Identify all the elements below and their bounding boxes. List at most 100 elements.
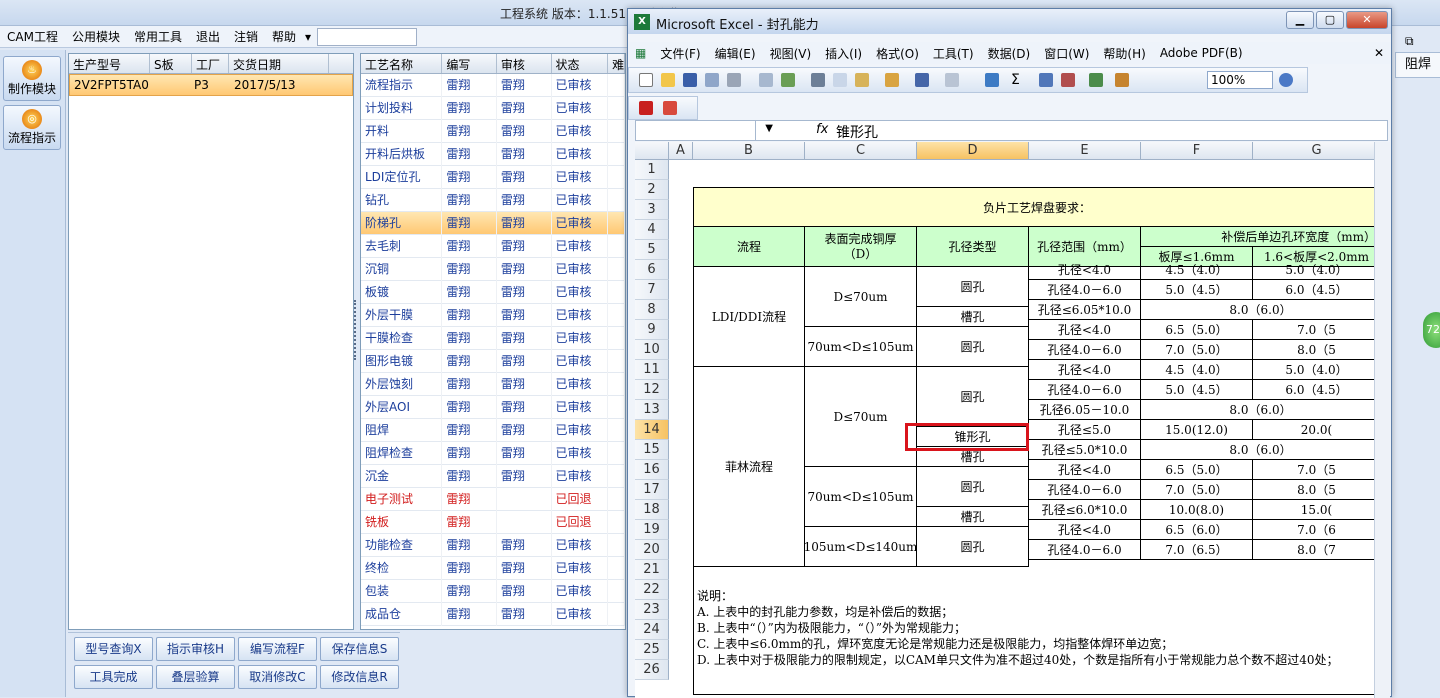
write-flow-button[interactable]: 编写流程F xyxy=(238,637,317,661)
data-cell[interactable]: 孔径4.0－6.0 xyxy=(1029,280,1141,300)
table-row[interactable]: 成品仓 雷翔 雷翔 已审核 xyxy=(361,602,625,626)
hyperlink-icon[interactable] xyxy=(985,73,999,87)
row-header[interactable]: 12 xyxy=(635,380,669,400)
row-header[interactable]: 4 xyxy=(635,220,669,240)
row-header[interactable]: 2 xyxy=(635,180,669,200)
type-cell[interactable]: 圆孔 xyxy=(917,327,1029,367)
data-cell[interactable]: 6.0（4.5） xyxy=(1253,380,1381,400)
row-header[interactable]: 13 xyxy=(635,400,669,420)
format-painter-icon[interactable] xyxy=(885,73,899,87)
data-cell[interactable]: 4.5（4.0） xyxy=(1141,260,1253,280)
table-row[interactable]: LDI定位孔 雷翔 雷翔 已审核 xyxy=(361,165,625,189)
row-header[interactable]: 1 xyxy=(635,160,669,180)
header-reviewer[interactable]: 审核 xyxy=(497,54,552,73)
table-row[interactable]: 计划投料 雷翔 雷翔 已审核 xyxy=(361,96,625,120)
type-cell[interactable]: 圆孔 xyxy=(917,267,1029,307)
redo-icon[interactable] xyxy=(945,73,959,87)
data-cell[interactable]: 5.0（4.0） xyxy=(1253,360,1381,380)
data-cell[interactable]: 6.5（6.0） xyxy=(1141,520,1253,540)
query-model-button[interactable]: 型号查询X xyxy=(74,637,153,661)
row-header[interactable]: 14 xyxy=(635,420,669,440)
minimize-button[interactable]: ▁ xyxy=(1286,11,1314,29)
row-header[interactable]: 7 xyxy=(635,280,669,300)
excel-menu-data[interactable]: 数据(D) xyxy=(981,45,1038,62)
data-cell[interactable]: 8.0（6.0） xyxy=(1141,440,1381,460)
paste-icon[interactable] xyxy=(855,73,869,87)
zoom-select[interactable]: 100% xyxy=(1207,71,1273,89)
stackup-check-button[interactable]: 叠层验算 xyxy=(156,665,235,689)
table-row[interactable]: 外层AOI 雷翔 雷翔 已审核 xyxy=(361,395,625,419)
excel-menu-window[interactable]: 窗口(W) xyxy=(1037,45,1096,62)
row-header[interactable]: 16 xyxy=(635,460,669,480)
header-difficulty[interactable]: 难 xyxy=(608,54,625,73)
data-cell[interactable]: 15.0(12.0) xyxy=(1141,420,1253,440)
table-row[interactable]: 开料后烘板 雷翔 雷翔 已审核 xyxy=(361,142,625,166)
column-header-d[interactable]: D xyxy=(917,142,1029,160)
table-row[interactable]: 阻焊检查 雷翔 雷翔 已审核 xyxy=(361,441,625,465)
excel-menu-help[interactable]: 帮助(H) xyxy=(1096,45,1152,62)
data-cell[interactable]: 8.0（6.0） xyxy=(1141,300,1381,320)
group-feilin[interactable]: 菲林流程 xyxy=(693,367,805,567)
data-cell[interactable]: 孔径≤5.0*10.0 xyxy=(1029,440,1141,460)
data-cell[interactable]: 7.0（5.0） xyxy=(1141,480,1253,500)
data-cell[interactable]: 8.0（7 xyxy=(1253,540,1381,560)
cancel-edit-button[interactable]: 取消修改C xyxy=(238,665,317,689)
row-header[interactable]: 5 xyxy=(635,240,669,260)
data-cell[interactable]: 5.0（4.5） xyxy=(1141,280,1253,300)
table-row[interactable]: 板镀 雷翔 雷翔 已审核 xyxy=(361,280,625,304)
data-cell[interactable]: 7.0（5 xyxy=(1253,460,1381,480)
table-row[interactable]: 去毛刺 雷翔 雷翔 已审核 xyxy=(361,234,625,258)
group-ldi[interactable]: LDI/DDI流程 xyxy=(693,267,805,367)
review-guide-button[interactable]: 指示审核H xyxy=(156,637,235,661)
data-cell[interactable]: 6.5（5.0） xyxy=(1141,320,1253,340)
table-row[interactable]: 外层蚀刻 雷翔 雷翔 已审核 xyxy=(361,372,625,396)
column-header-g[interactable]: G xyxy=(1253,142,1381,160)
column-header-a[interactable]: A xyxy=(669,142,693,160)
undo-icon[interactable] xyxy=(915,73,929,87)
make-module-button[interactable]: ♨ 制作模块 xyxy=(3,56,61,101)
save-info-button[interactable]: 保存信息S xyxy=(320,637,399,661)
row-header[interactable]: 3 xyxy=(635,200,669,220)
tool-complete-button[interactable]: 工具完成 xyxy=(74,665,153,689)
drawing-icon[interactable] xyxy=(1115,73,1129,87)
table-row[interactable]: 铣板 雷翔 已回退 xyxy=(361,510,625,534)
modify-info-button[interactable]: 修改信息R xyxy=(320,665,399,689)
table-row[interactable]: 电子测试 雷翔 已回退 xyxy=(361,487,625,511)
splitter-handle[interactable] xyxy=(354,300,359,360)
data-cell[interactable]: 8.0（6.0） xyxy=(1141,400,1381,420)
menu-exit[interactable]: 退出 xyxy=(189,28,227,45)
data-cell[interactable]: 10.0(8.0) xyxy=(1141,500,1253,520)
table-row[interactable]: 功能检查 雷翔 雷翔 已审核 xyxy=(361,533,625,557)
data-cell[interactable]: 孔径4.0－6.0 xyxy=(1029,380,1141,400)
header-factory[interactable]: 工厂 xyxy=(192,54,229,73)
print-preview-icon[interactable] xyxy=(759,73,773,87)
header-model[interactable]: 生产型号 xyxy=(69,54,150,73)
data-cell[interactable]: 5.0（4.0） xyxy=(1253,260,1381,280)
row-header[interactable]: 19 xyxy=(635,520,669,540)
table-row[interactable]: 终检 雷翔 雷翔 已审核 xyxy=(361,556,625,580)
menu-combo[interactable] xyxy=(317,27,418,46)
data-cell[interactable]: 孔径<4.0 xyxy=(1029,460,1141,480)
header-status[interactable]: 状态 xyxy=(552,54,609,73)
table-row[interactable]: 干膜检查 雷翔 雷翔 已审核 xyxy=(361,326,625,350)
status-badge[interactable]: 72 xyxy=(1423,312,1440,348)
excel-menu-insert[interactable]: 插入(I) xyxy=(818,45,869,62)
table-row[interactable]: 阻焊 雷翔 雷翔 已审核 xyxy=(361,418,625,442)
data-cell[interactable]: 孔径<4.0 xyxy=(1029,520,1141,540)
data-cell[interactable]: 7.0（5 xyxy=(1253,320,1381,340)
menu-public[interactable]: 公用模块 xyxy=(65,28,127,45)
table-row[interactable]: 钻孔 雷翔 雷翔 已审核 xyxy=(361,188,625,212)
data-cell[interactable]: 8.0（5 xyxy=(1253,480,1381,500)
tab-solder-mask[interactable]: 阻焊 xyxy=(1395,52,1440,78)
spreadsheet[interactable]: A B C D E F G 1 2 3 4 5 6 7 8 9 10 11 12 13 14 15 16 17 1… xyxy=(635,142,1381,698)
chevron-down-icon[interactable]: ▼ xyxy=(765,123,773,134)
pdf-mail-icon[interactable] xyxy=(663,101,677,115)
row-header[interactable]: 17 xyxy=(635,480,669,500)
type-cell[interactable]: 圆孔 xyxy=(917,367,1029,427)
column-header-f[interactable]: F xyxy=(1141,142,1253,160)
row-header[interactable]: 8 xyxy=(635,300,669,320)
thick-cell[interactable]: 70um<D≤105um xyxy=(805,327,917,367)
column-header-b[interactable]: B xyxy=(693,142,805,160)
print-icon[interactable] xyxy=(727,73,741,87)
data-cell[interactable]: 6.0（4.5） xyxy=(1253,280,1381,300)
